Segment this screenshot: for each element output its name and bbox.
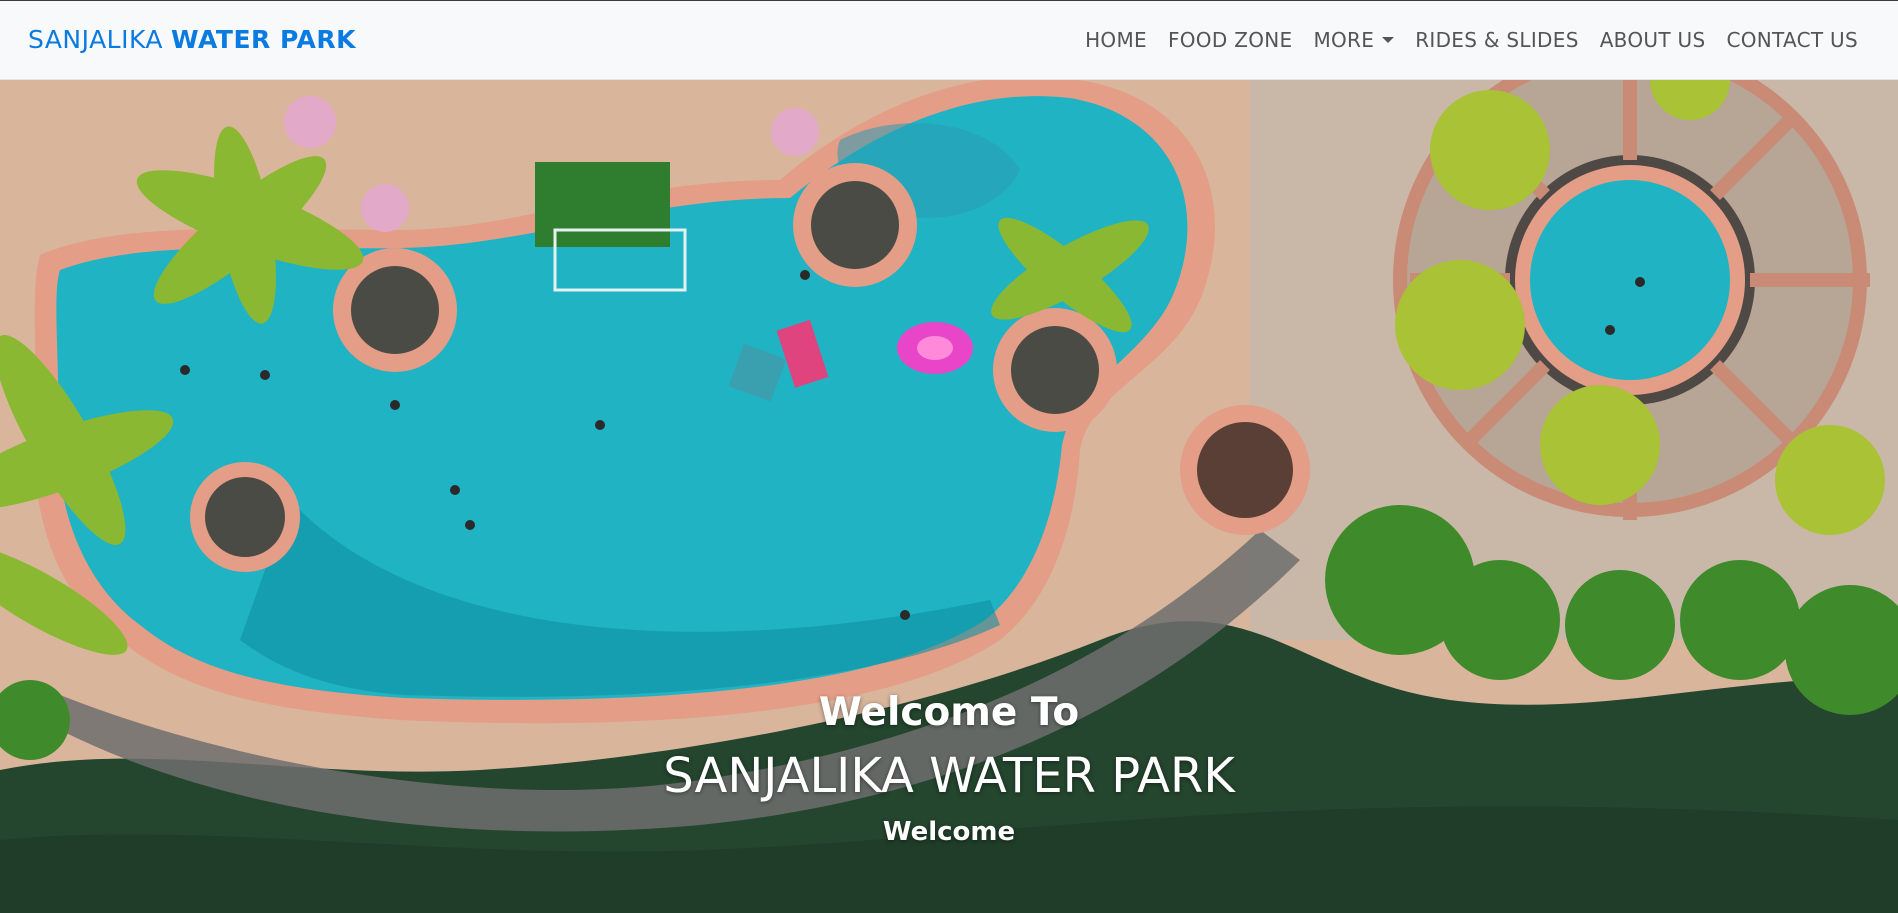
hero-caption-title: Welcome To <box>818 690 1080 735</box>
navbar: SANJALIKA WATER PARK HOME FOOD ZONE MORE … <box>0 0 1898 80</box>
hero-caption-subtitle: Welcome <box>882 817 1016 847</box>
hero-caption-heading: SANJALIKA WATER PARK <box>663 748 1235 804</box>
caret-down-icon <box>1382 37 1395 43</box>
nav-more-dropdown[interactable]: MORE <box>1313 28 1395 52</box>
brand-logo[interactable]: SANJALIKA WATER PARK <box>28 25 356 54</box>
hero-carousel: Welcome To SANJALIKA WATER PARK Welcome <box>0 80 1898 913</box>
nav-food-zone[interactable]: FOOD ZONE <box>1168 28 1293 52</box>
brand-name-part1: SANJALIKA <box>28 25 164 54</box>
nav-contact-us[interactable]: CONTACT US <box>1726 28 1858 52</box>
nav-about-us[interactable]: ABOUT US <box>1600 28 1706 52</box>
brand-name-part2: WATER PARK <box>171 25 356 54</box>
nav-rides-slides[interactable]: RIDES & SLIDES <box>1415 28 1579 52</box>
nav-home[interactable]: HOME <box>1085 28 1147 52</box>
main-nav: HOME FOOD ZONE MORE RIDES & SLIDES ABOUT… <box>1085 28 1858 52</box>
nav-more-label: MORE <box>1313 28 1375 52</box>
